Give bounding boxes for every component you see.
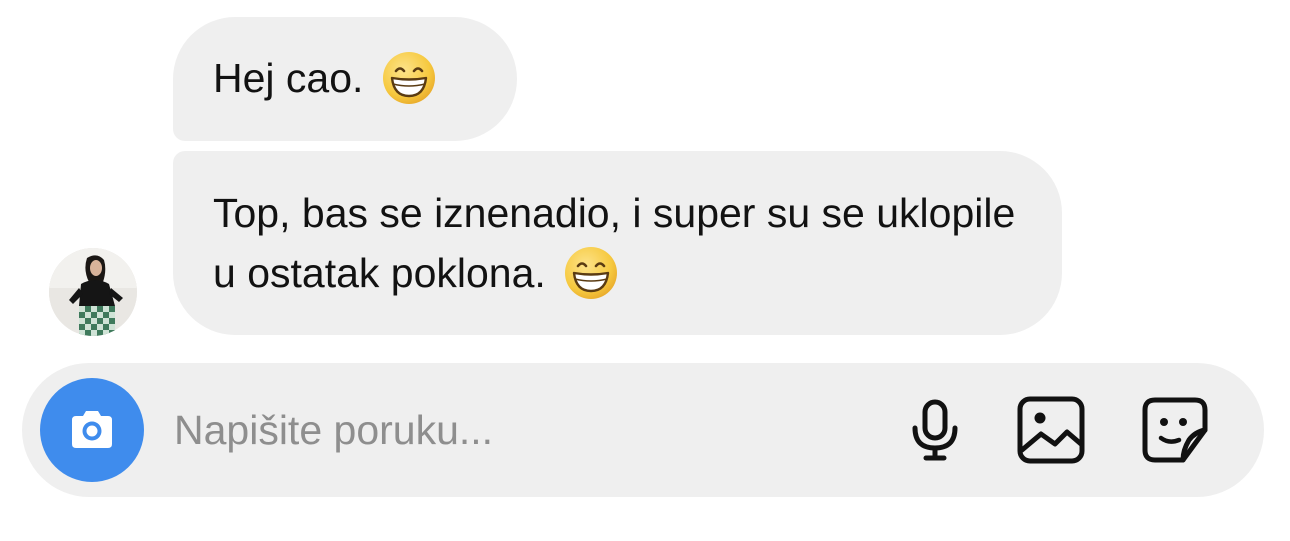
incoming-message-bubble[interactable]: Top, bas se iznenadio, i super su se ukl… — [173, 151, 1062, 335]
grinning-face-emoji-icon — [382, 52, 435, 104]
image-gallery-icon[interactable] — [1015, 394, 1087, 466]
message-composer — [22, 363, 1264, 497]
sticker-icon[interactable] — [1139, 394, 1211, 466]
incoming-message-bubble[interactable]: Hej cao. — [173, 17, 517, 141]
message-input[interactable] — [174, 399, 874, 461]
profile-photo-icon — [49, 248, 137, 336]
camera-button[interactable] — [40, 378, 144, 482]
camera-icon — [72, 411, 112, 448]
grinning-face-emoji-icon — [565, 247, 618, 299]
microphone-icon[interactable] — [899, 394, 971, 466]
message-text: Hej cao. — [213, 55, 364, 101]
sender-avatar[interactable] — [49, 248, 137, 336]
